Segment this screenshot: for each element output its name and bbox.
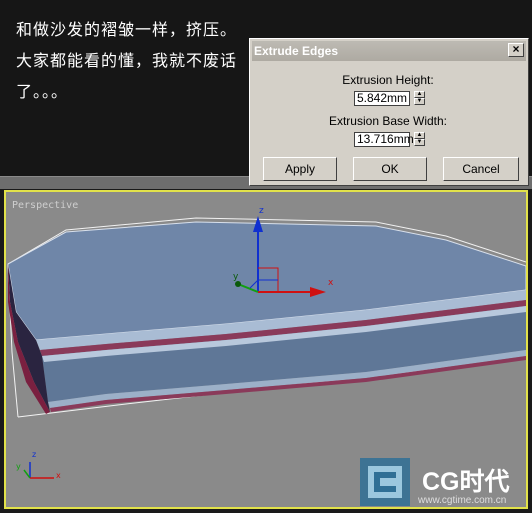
viewport-label[interactable]: Perspective xyxy=(12,200,78,211)
extrude-edges-dialog: Extrude Edges × Extrusion Height: 5.842m… xyxy=(249,38,529,186)
caption-line-3: 了。。。 xyxy=(16,82,69,101)
extrusion-base-width-arrows[interactable]: ▲ ▼ xyxy=(414,132,425,147)
caption-line-2: 大家都能看的懂，我就不废话 xyxy=(16,51,238,70)
extrusion-base-width-label: Extrusion Base Width: xyxy=(328,114,448,128)
extrusion-height-spinner[interactable]: 5.842mm ▲ ▼ xyxy=(354,91,426,106)
cg-logo-icon xyxy=(360,458,410,506)
tripod-y-label: y xyxy=(16,462,21,471)
tripod-x-label: x xyxy=(56,471,61,480)
close-icon: × xyxy=(512,42,520,56)
spinner-up-icon[interactable]: ▲ xyxy=(414,91,425,98)
watermark-url: www.cgtime.com.cn xyxy=(418,495,507,506)
gizmo-y-label: y xyxy=(233,272,239,282)
apply-button[interactable]: Apply xyxy=(263,157,337,181)
ok-button[interactable]: OK xyxy=(353,157,427,181)
caption-text: 和做沙发的褶皱一样，挤压。 大家都能看的懂，我就不废话 了。。。 xyxy=(16,14,248,107)
tripod-z-label: z xyxy=(32,450,37,459)
gizmo-z-label: z xyxy=(259,206,264,216)
extrusion-base-width-spinner[interactable]: 13.716mm ▲ ▼ xyxy=(354,132,426,147)
spinner-down-icon[interactable]: ▼ xyxy=(414,98,425,105)
close-button[interactable]: × xyxy=(508,43,524,57)
gizmo-x-label: x xyxy=(328,278,334,288)
extrusion-height-field[interactable]: 5.842mm xyxy=(354,91,410,106)
dialog-titlebar[interactable]: Extrude Edges × xyxy=(252,41,526,61)
caption-line-1: 和做沙发的褶皱一样，挤压。 xyxy=(16,20,238,39)
spinner-down-icon[interactable]: ▼ xyxy=(414,139,425,146)
extrusion-base-width-field[interactable]: 13.716mm xyxy=(354,132,414,147)
extrusion-height-label: Extrusion Height: xyxy=(342,73,434,87)
cancel-button[interactable]: Cancel xyxy=(443,157,519,181)
extrusion-height-arrows[interactable]: ▲ ▼ xyxy=(414,91,425,106)
watermark-brand: CG时代 xyxy=(422,468,510,496)
dialog-title: Extrude Edges xyxy=(254,44,339,58)
spinner-up-icon[interactable]: ▲ xyxy=(414,132,425,139)
tripod-y-axis xyxy=(23,469,31,479)
watermark: CG时代 www.cgtime.com.cn xyxy=(356,456,532,513)
